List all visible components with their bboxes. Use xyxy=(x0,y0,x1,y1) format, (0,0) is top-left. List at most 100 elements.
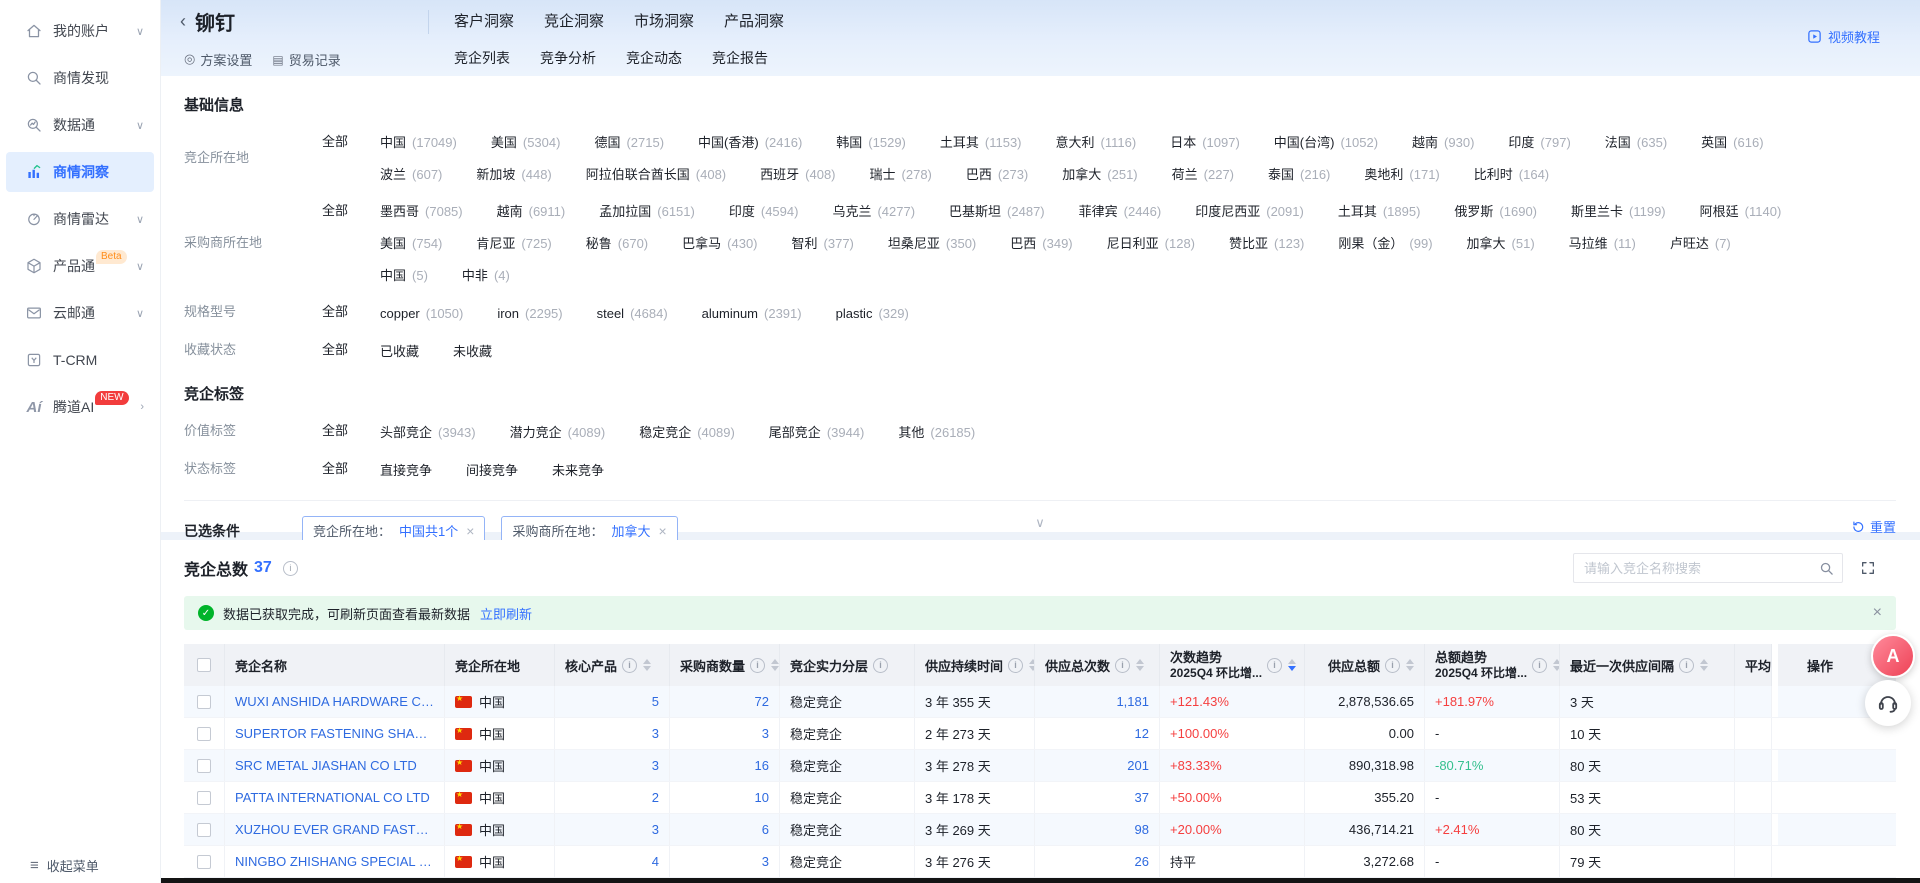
filter-option[interactable]: 中国(香港) (2416) xyxy=(694,132,806,154)
col-times-trend[interactable]: 次数趋势2025Q4 环比增... xyxy=(1160,644,1305,686)
filter-option[interactable]: 俄罗斯 (1690) xyxy=(1450,201,1541,223)
row-checkbox[interactable] xyxy=(197,791,211,805)
filter-option[interactable]: 巴拿马 (430) xyxy=(678,233,761,255)
sidebar-item-discovery[interactable]: 商情发现 xyxy=(6,58,154,98)
col-core-products[interactable]: 核心产品 xyxy=(555,644,670,686)
filter-option[interactable]: 巴西 (273) xyxy=(962,164,1032,186)
filter-option[interactable]: 中国(台湾) (1052) xyxy=(1270,132,1382,154)
sort-icon[interactable] xyxy=(643,659,651,671)
filter-option[interactable]: 菲律宾 (2446) xyxy=(1075,201,1166,223)
customer-service-button[interactable] xyxy=(1865,680,1911,726)
core-products-count[interactable]: 2 xyxy=(652,790,659,805)
core-products-count[interactable]: 3 xyxy=(652,726,659,741)
filter-option[interactable]: 其他 (26185) xyxy=(894,422,979,444)
buyer-count[interactable]: 6 xyxy=(762,822,769,837)
total-supplies[interactable]: 12 xyxy=(1135,726,1149,741)
filter-option[interactable]: 秘鲁 (670) xyxy=(582,233,652,255)
filter-option[interactable]: 孟加拉国 (6151) xyxy=(595,201,699,223)
filter-option[interactable]: 印度 (797) xyxy=(1504,132,1574,154)
col-total-supplies[interactable]: 供应总次数 xyxy=(1035,644,1160,686)
core-products-count[interactable]: 3 xyxy=(652,822,659,837)
filter-option[interactable]: 未收藏 xyxy=(449,341,496,363)
filter-option[interactable]: 美国 (754) xyxy=(376,233,446,255)
tab-item[interactable]: 市场洞察 xyxy=(628,0,700,42)
collapse-menu-button[interactable]: 收起菜单 xyxy=(0,856,160,875)
filter-option[interactable]: 肯尼亚 (725) xyxy=(472,233,555,255)
filter-option[interactable]: 直接竞争 xyxy=(376,460,436,482)
company-link[interactable]: WUXI ANSHIDA HARDWARE CO LTD xyxy=(235,694,434,709)
buyer-count[interactable]: 10 xyxy=(755,790,769,805)
info-icon[interactable] xyxy=(873,658,888,673)
filter-option[interactable]: 智利 (377) xyxy=(788,233,858,255)
filter-option[interactable]: 阿根廷 (1140) xyxy=(1696,201,1786,223)
close-icon[interactable]: × xyxy=(1873,605,1882,621)
col-average-clipped[interactable]: 平均 xyxy=(1735,644,1772,686)
filter-option[interactable]: 赞比亚 (123) xyxy=(1225,233,1308,255)
sort-icon[interactable] xyxy=(1406,659,1414,671)
col-amount-trend[interactable]: 总额趋势2025Q4 环比增... xyxy=(1425,644,1560,686)
row-checkbox[interactable] xyxy=(197,727,211,741)
filter-option[interactable]: 越南 (6911) xyxy=(493,201,570,223)
buyer-count[interactable]: 3 xyxy=(762,854,769,869)
filter-all-chip[interactable]: 全部 xyxy=(312,456,358,482)
reset-button[interactable]: 重置 xyxy=(1851,517,1896,536)
col-name[interactable]: 竞企名称 xyxy=(225,644,445,686)
filter-option[interactable]: 新加坡 (448) xyxy=(472,164,555,186)
company-link[interactable]: PATTA INTERNATIONAL CO LTD xyxy=(235,790,434,805)
buyer-count[interactable]: 3 xyxy=(762,726,769,741)
info-icon[interactable] xyxy=(622,658,637,673)
buyer-count[interactable]: 72 xyxy=(755,694,769,709)
filter-option[interactable]: 越南 (930) xyxy=(1408,132,1478,154)
sidebar-item-tcrm[interactable]: T-CRM xyxy=(6,340,154,380)
filter-option[interactable]: 韩国 (1529) xyxy=(832,132,910,154)
filter-option[interactable]: 潜力竞企 (4089) xyxy=(506,422,610,444)
row-checkbox[interactable] xyxy=(197,823,211,837)
filter-option[interactable]: 土耳其 (1153) xyxy=(936,132,1026,154)
total-supplies[interactable]: 98 xyxy=(1135,822,1149,837)
col-last-supply-interval[interactable]: 最近一次供应间隔 xyxy=(1560,644,1735,686)
sort-icon[interactable] xyxy=(1136,659,1144,671)
table-row[interactable]: SRC METAL JIASHAN CO LTD 中国 3 16 稳定竞企 3 … xyxy=(184,750,1896,782)
total-supplies[interactable]: 37 xyxy=(1135,790,1149,805)
sidebar-item-tendata-ai[interactable]: Aí 腾道AI NEW › xyxy=(6,387,154,427)
filter-option[interactable]: 土耳其 (1895) xyxy=(1334,201,1425,223)
filter-option[interactable]: 英国 (616) xyxy=(1697,132,1767,154)
subtab-item[interactable]: 竞企动态 xyxy=(620,42,688,76)
filter-option[interactable]: 加拿大 (251) xyxy=(1058,164,1141,186)
sidebar-item-product-pass[interactable]: 产品通 Beta ∨ xyxy=(6,246,154,286)
info-icon[interactable] xyxy=(1679,658,1694,673)
remove-tag-icon[interactable]: × xyxy=(466,523,474,539)
filter-option[interactable]: 斯里兰卡 (1199) xyxy=(1567,201,1670,223)
filter-option[interactable]: plastic (329) xyxy=(832,303,913,325)
fullscreen-icon[interactable] xyxy=(1860,560,1876,576)
info-icon[interactable] xyxy=(283,561,298,576)
assistant-avatar[interactable]: A xyxy=(1871,634,1915,678)
filter-option[interactable]: 荷兰 (227) xyxy=(1168,164,1238,186)
info-icon[interactable] xyxy=(1532,658,1547,673)
filter-option[interactable]: 未来竞争 xyxy=(548,460,608,482)
sidebar-item-market-insight[interactable]: 商情洞察 xyxy=(6,152,154,192)
filter-option[interactable]: 中国 (5) xyxy=(376,265,432,287)
filter-option[interactable]: 尾部竞企 (3944) xyxy=(765,422,869,444)
row-checkbox[interactable] xyxy=(197,695,211,709)
sort-icon[interactable] xyxy=(1288,659,1296,671)
filter-option[interactable]: copper (1050) xyxy=(376,303,467,325)
table-row[interactable]: NINGBO ZHISHANG SPECIAL FAST... 中国 4 3 稳… xyxy=(184,846,1896,878)
col-location[interactable]: 竞企所在地 xyxy=(445,644,555,686)
tab-item[interactable]: 客户洞察 xyxy=(448,0,520,42)
filter-option[interactable]: 乌克兰 (4277) xyxy=(828,201,919,223)
trade-records-button[interactable]: 贸易记录 xyxy=(272,50,340,69)
sort-icon[interactable] xyxy=(1700,659,1708,671)
filter-option[interactable]: 已收藏 xyxy=(376,341,423,363)
subtab-item[interactable]: 竞企报告 xyxy=(706,42,774,76)
total-supplies[interactable]: 201 xyxy=(1127,758,1149,773)
filter-option[interactable]: 奥地利 (171) xyxy=(1360,164,1443,186)
filter-option[interactable]: 意大利 (1116) xyxy=(1052,132,1141,154)
plan-settings-button[interactable]: 方案设置 xyxy=(184,50,252,69)
total-supplies[interactable]: 26 xyxy=(1135,854,1149,869)
filter-option[interactable]: 卢旺达 (7) xyxy=(1666,233,1735,255)
filter-all-chip[interactable]: 全部 xyxy=(312,337,358,363)
collapse-panel-chevron-icon[interactable] xyxy=(1035,515,1045,531)
filter-option[interactable]: 瑞士 (278) xyxy=(866,164,936,186)
info-icon[interactable] xyxy=(1385,658,1400,673)
